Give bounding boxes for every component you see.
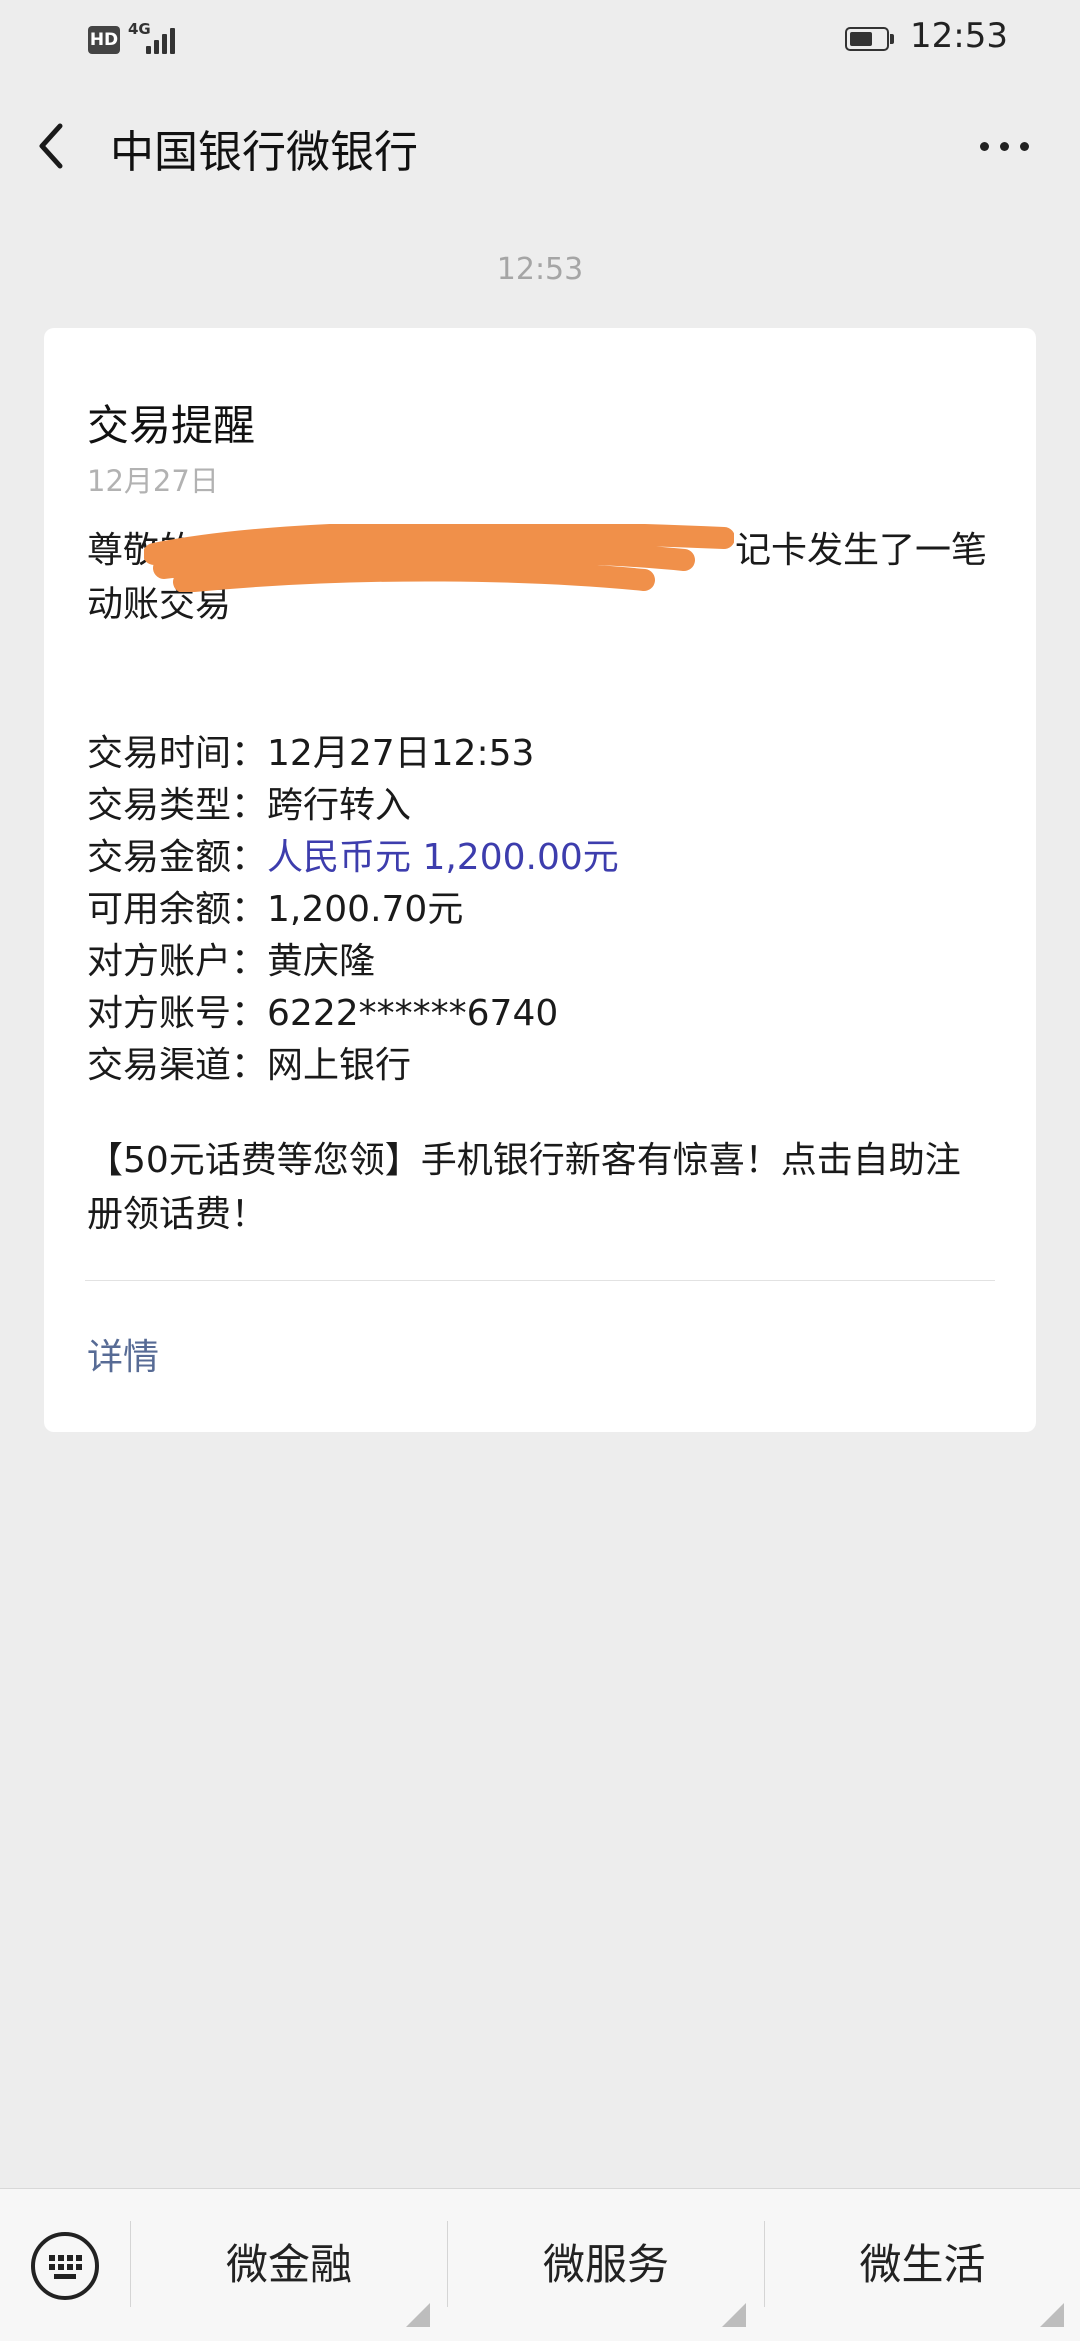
transaction-fields: 交易时间：12月27日12:53 交易类型：跨行转入 交易金额：人民币元 1,2… (87, 728, 987, 1092)
field-label: 交易金额： (87, 837, 268, 878)
nav-bar: 中国银行微银行 (0, 80, 1080, 212)
signal-icon (146, 24, 182, 54)
more-dots-icon (980, 142, 989, 151)
message-timestamp: 12:53 (496, 252, 584, 287)
page-title: 中国银行微银行 (110, 127, 418, 178)
field-row: 交易渠道：网上银行 (87, 1040, 987, 1092)
card-date: 12月27日 (87, 464, 219, 498)
menu-item-services[interactable]: 微服务 (448, 2189, 764, 2341)
promo-text: 【50元话费等您领】手机银行新客有惊喜！点击自助注册领话费！ (87, 1140, 961, 1235)
field-label: 交易类型： (87, 785, 268, 826)
submenu-indicator-icon (1040, 2303, 1064, 2327)
back-button[interactable] (30, 116, 90, 176)
redaction-scribble (144, 524, 734, 592)
hd-badge: HD (88, 26, 120, 54)
field-label: 可用余额： (87, 889, 268, 930)
field-value: 网上银行 (267, 1045, 412, 1086)
field-value: 6222******6740 (267, 993, 559, 1034)
chevron-left-icon (39, 123, 63, 169)
menu-item-finance[interactable]: 微金融 (131, 2189, 447, 2341)
field-row: 可用余额：1,200.70元 (87, 884, 987, 936)
field-value: 跨行转入 (267, 785, 412, 826)
amount-value: 人民币元 1,200.00元 (267, 837, 619, 878)
status-clock: 12:53 (910, 16, 1008, 56)
status-bar: HD 4G 12:53 (0, 0, 1080, 80)
field-row: 交易金额：人民币元 1,200.00元 (87, 832, 987, 884)
bottom-menu-bar: 微金融 微服务 微生活 (0, 2188, 1080, 2341)
keyboard-icon (31, 2232, 99, 2300)
field-row: 对方账户：黄庆隆 (87, 936, 987, 988)
divider (85, 1280, 995, 1281)
field-row: 对方账号：6222******6740 (87, 988, 987, 1040)
more-button[interactable] (970, 120, 1040, 170)
transaction-card[interactable]: 交易提醒 12月27日 尊敬的 记卡发生了一笔动账交易 交易时间：12月27日1… (44, 328, 1036, 1432)
field-label: 交易渠道： (87, 1045, 268, 1086)
keyboard-toggle-button[interactable] (30, 2231, 100, 2301)
field-row: 交易时间：12月27日12:53 (87, 728, 987, 780)
submenu-indicator-icon (406, 2303, 430, 2327)
battery-icon (845, 27, 895, 53)
field-label: 对方账户： (87, 941, 268, 982)
field-label: 交易时间： (87, 733, 268, 774)
field-row: 交易类型：跨行转入 (87, 780, 987, 832)
details-link[interactable]: 详情 (87, 1328, 159, 1380)
field-value: 黄庆隆 (267, 941, 376, 982)
submenu-indicator-icon (722, 2303, 746, 2327)
menu-item-life[interactable]: 微生活 (765, 2189, 1080, 2341)
field-value: 12月27日12:53 (267, 733, 535, 774)
field-value: 1,200.70元 (267, 889, 464, 930)
card-title: 交易提醒 (87, 401, 256, 450)
field-label: 对方账号： (87, 993, 268, 1034)
